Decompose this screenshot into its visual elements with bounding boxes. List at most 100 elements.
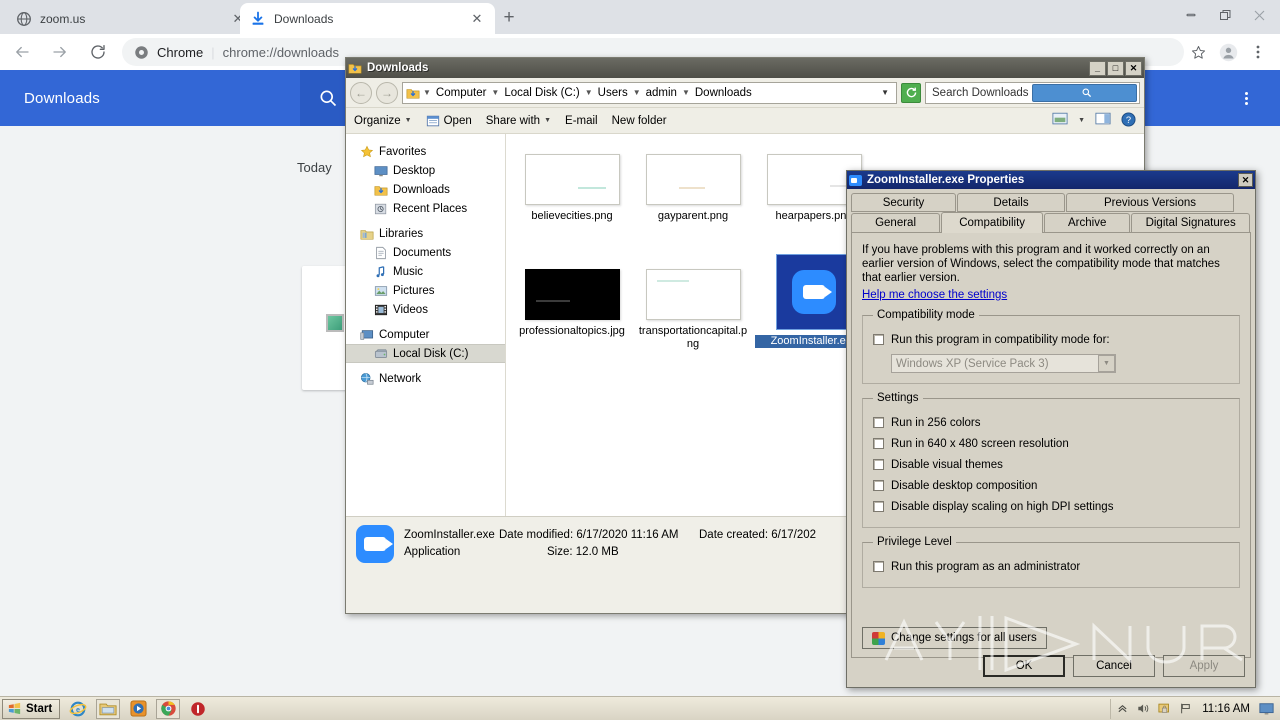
tab-archive[interactable]: Archive	[1044, 213, 1131, 232]
explorer-search-input[interactable]: Search Downloads	[925, 81, 1140, 104]
explorer-refresh-button[interactable]	[901, 82, 921, 103]
breadcrumb-separator-icon[interactable]: ▼	[633, 88, 641, 97]
browser-reload-button[interactable]	[82, 37, 114, 67]
setting-disable-desktop-composition-checkbox[interactable]	[873, 480, 884, 491]
properties-title-bar[interactable]: ZoomInstaller.exe Properties ✕	[847, 171, 1255, 189]
start-button[interactable]: Start	[2, 698, 61, 719]
volume-button[interactable]	[1136, 701, 1151, 716]
bookmark-star-button[interactable]	[1184, 38, 1212, 66]
explorer-back-button[interactable]: ←	[350, 81, 372, 104]
breadcrumb-local-disk[interactable]: Local Disk (C:)	[502, 86, 581, 100]
taskbar-file-explorer-button[interactable]	[96, 698, 121, 719]
new-tab-button[interactable]: +	[497, 7, 521, 31]
show-desktop-button[interactable]	[1259, 701, 1274, 716]
sidebar-item-network[interactable]: Network	[346, 369, 505, 388]
taskbar-internet-explorer-button[interactable]: e	[66, 699, 90, 719]
show-hidden-icons-button[interactable]	[1115, 701, 1130, 716]
setting-run-256-colors-checkbox[interactable]	[873, 417, 884, 428]
breadcrumb-separator-icon[interactable]: ▼	[423, 88, 431, 97]
tab-details[interactable]: Details	[957, 193, 1065, 212]
taskbar-clock[interactable]: 11:16 AM	[1199, 703, 1253, 715]
sidebar-item-desktop[interactable]: Desktop	[346, 161, 505, 180]
taskbar-media-player-button[interactable]	[126, 699, 150, 719]
sidebar-item-downloads[interactable]: Downloads	[346, 180, 505, 199]
file-item-transportationcapital[interactable]: transportationcapital.png	[634, 269, 752, 351]
explorer-forward-button[interactable]: →	[376, 81, 398, 104]
new-folder-button[interactable]: New folder	[612, 115, 667, 127]
tab-previous-versions[interactable]: Previous Versions	[1066, 193, 1234, 212]
tab-general[interactable]: General	[851, 213, 941, 232]
profile-button[interactable]	[1214, 38, 1242, 66]
tab-close-icon[interactable]: ✕	[469, 11, 485, 27]
compatibility-mode-checkbox[interactable]	[873, 334, 884, 345]
address-history-dropdown-icon[interactable]: ▼	[881, 88, 893, 97]
window-minimize-button[interactable]	[1174, 1, 1208, 29]
sidebar-item-videos[interactable]: Videos	[346, 300, 505, 319]
downloads-page-menu-button[interactable]	[1236, 88, 1256, 108]
window-close-button[interactable]	[1242, 1, 1276, 29]
breadcrumb-separator-icon[interactable]: ▼	[682, 88, 690, 97]
browser-forward-button[interactable]	[44, 37, 76, 67]
explorer-minimize-button[interactable]: _	[1089, 60, 1106, 76]
change-view-button[interactable]	[1052, 112, 1068, 129]
breadcrumb-separator-icon[interactable]: ▼	[585, 88, 593, 97]
cancel-button[interactable]: Cancel	[1073, 655, 1155, 677]
sidebar-item-music[interactable]: Music	[346, 262, 505, 281]
chrome-menu-button[interactable]	[1244, 38, 1272, 66]
file-item-gayparent[interactable]: gayparent.png	[634, 154, 752, 223]
setting-run-as-administrator-row[interactable]: Run this program as an administrator	[873, 556, 1229, 577]
search-icon[interactable]	[1031, 83, 1137, 102]
explorer-maximize-button[interactable]: □	[1107, 60, 1124, 76]
setting-640x480-row[interactable]: Run in 640 x 480 screen resolution	[873, 433, 1229, 454]
setting-disable-visual-themes-row[interactable]: Disable visual themes	[873, 454, 1229, 475]
network-flag-button[interactable]	[1178, 701, 1193, 716]
help-choose-settings-link[interactable]: Help me choose the settings	[862, 289, 1007, 301]
email-button[interactable]: E-mail	[565, 115, 598, 127]
preview-pane-button[interactable]	[1095, 112, 1111, 129]
breadcrumb-users[interactable]: Users	[596, 86, 630, 100]
sidebar-item-recent-places[interactable]: Recent Places	[346, 199, 505, 218]
tab-digital-signatures[interactable]: Digital Signatures	[1131, 213, 1251, 232]
sidebar-item-local-disk-c[interactable]: Local Disk (C:)	[346, 344, 505, 363]
chevron-down-icon[interactable]: ▼	[1098, 355, 1115, 372]
breadcrumb-separator-icon[interactable]: ▼	[491, 88, 499, 97]
breadcrumb-downloads[interactable]: Downloads	[693, 86, 754, 100]
browser-tab-zoom-us[interactable]: zoom.us ✕	[6, 3, 256, 34]
tab-compatibility[interactable]: Compatibility	[941, 212, 1044, 233]
browser-tab-downloads[interactable]: Downloads ✕	[240, 3, 495, 34]
setting-640x480-checkbox[interactable]	[873, 438, 884, 449]
breadcrumb-computer[interactable]: Computer	[434, 86, 489, 100]
sidebar-item-documents[interactable]: Documents	[346, 243, 505, 262]
share-with-menu-button[interactable]: Share with ▼	[486, 115, 551, 127]
taskbar-chrome-button[interactable]	[156, 698, 181, 719]
setting-run-256-colors-row[interactable]: Run in 256 colors	[873, 412, 1229, 433]
taskbar-record-stop-button[interactable]	[186, 699, 210, 719]
explorer-breadcrumb-field[interactable]: ▼ Computer ▼ Local Disk (C:) ▼ Users ▼ a…	[402, 81, 897, 104]
sidebar-item-pictures[interactable]: Pictures	[346, 281, 505, 300]
setting-disable-dpi-scaling-checkbox[interactable]	[873, 501, 884, 512]
setting-run-as-administrator-checkbox[interactable]	[873, 561, 884, 572]
compatibility-mode-select[interactable]: Windows XP (Service Pack 3) ▼	[891, 354, 1116, 373]
breadcrumb-admin[interactable]: admin	[644, 86, 679, 100]
open-button[interactable]: Open	[426, 114, 472, 128]
properties-close-button[interactable]: ✕	[1238, 173, 1253, 187]
setting-disable-dpi-scaling-row[interactable]: Disable display scaling on high DPI sett…	[873, 496, 1229, 517]
action-center-button[interactable]	[1157, 701, 1172, 716]
ok-button[interactable]: OK	[983, 655, 1065, 677]
sidebar-item-computer[interactable]: Computer	[346, 325, 505, 344]
explorer-title-bar[interactable]: Downloads _ □ ✕	[346, 58, 1144, 78]
chevron-down-icon[interactable]: ▼	[1078, 117, 1085, 124]
explorer-close-button[interactable]: ✕	[1125, 60, 1142, 76]
compatibility-mode-checkbox-row[interactable]: Run this program in compatibility mode f…	[873, 329, 1229, 350]
setting-disable-desktop-composition-row[interactable]: Disable desktop composition	[873, 475, 1229, 496]
file-item-professionaltopics[interactable]: professionaltopics.jpg	[513, 269, 631, 338]
window-restore-button[interactable]	[1208, 1, 1242, 29]
organize-menu-button[interactable]: Organize ▼	[354, 115, 412, 127]
file-item-believecities[interactable]: believecities.png	[513, 154, 631, 223]
help-button[interactable]: ?	[1121, 111, 1136, 130]
tab-security[interactable]: Security	[851, 193, 956, 212]
sidebar-item-favorites[interactable]: Favorites	[346, 142, 505, 161]
browser-back-button[interactable]	[6, 37, 38, 67]
sidebar-item-libraries[interactable]: Libraries	[346, 224, 505, 243]
setting-disable-visual-themes-checkbox[interactable]	[873, 459, 884, 470]
